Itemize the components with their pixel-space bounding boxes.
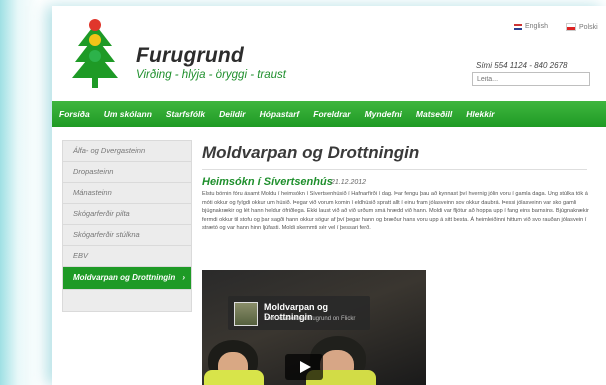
nav-item-myndefni[interactable]: Myndefni: [358, 109, 409, 119]
brand-name[interactable]: Furugrund: [136, 44, 244, 68]
uk-flag-icon: [514, 23, 522, 30]
nav-item-hlekkir[interactable]: Hlekkir: [459, 109, 501, 119]
nav-item-matsedill[interactable]: Matseðill: [409, 109, 459, 119]
language-english[interactable]: English: [514, 23, 548, 30]
sidebar-item-skogarferdir-stulkna[interactable]: Skógarferðir stúlkna: [63, 225, 191, 246]
nav-item-deildir[interactable]: Deildir: [212, 109, 252, 119]
language-polish-label: Polski: [579, 23, 598, 31]
flickr-video-player[interactable]: Moldvarpan og Drottningin from leikskoli…: [202, 270, 426, 385]
title-divider: [202, 169, 587, 170]
sidebar-item-alfa-og-dvergasteinn[interactable]: Álfa- og Dvergasteinn: [63, 141, 191, 162]
sidebar-item-ebv[interactable]: EBV: [63, 246, 191, 267]
article-body: Elstu börnin fóru ásamt Moldu í heimsókn…: [202, 191, 589, 232]
phone-number: Sími 554 1124 - 840 2678: [476, 61, 568, 70]
sidebar-item-moldvarpan-og-drottningin[interactable]: Moldvarpan og Drottningin ›: [63, 267, 191, 290]
video-source[interactable]: from leikskolinnfurugrund on Flickr: [264, 316, 355, 322]
language-english-label: English: [525, 23, 548, 30]
sidebar-item-label: Moldvarpan og Drottningin: [73, 273, 176, 282]
nav-item-um-skolann[interactable]: Um skólann: [97, 109, 159, 119]
nav-item-starfsfolk[interactable]: Starfsfólk: [159, 109, 212, 119]
language-polish[interactable]: Polski: [566, 23, 598, 31]
nav-item-forsida[interactable]: Forsíða: [52, 109, 97, 119]
play-icon[interactable]: [285, 354, 323, 380]
video-info-bar: Moldvarpan og Drottningin from leikskoli…: [228, 296, 370, 330]
video-frame-child-vest: [204, 370, 264, 385]
article-date: 21.12.2012: [331, 179, 367, 186]
poland-flag-icon: [566, 23, 576, 31]
sidebar-item-manasteinn[interactable]: Mánasteinn: [63, 183, 191, 204]
search-input[interactable]: [472, 72, 590, 86]
main-navigation: Forsíða Um skólann Starfsfólk Deildir Hó…: [52, 101, 606, 127]
sidebar-menu: Álfa- og Dvergasteinn Dropasteinn Mánast…: [62, 140, 192, 312]
sidebar-item-skogarferdir-pilta[interactable]: Skógarferðir pilta: [63, 204, 191, 225]
traffic-light-tree-logo[interactable]: [72, 16, 118, 90]
web-page: Furugrund Virðing - hlýja - öryggi - tra…: [52, 6, 606, 385]
article-subtitle: Heimsókn í Sívertsenhús: [202, 176, 333, 188]
sidebar-item-dropasteinn[interactable]: Dropasteinn: [63, 162, 191, 183]
chevron-right-icon: ›: [182, 273, 185, 282]
nav-item-foreldrar[interactable]: Foreldrar: [306, 109, 357, 119]
page-title: Moldvarpan og Drottningin: [202, 143, 420, 162]
nav-item-hopastarf[interactable]: Hópastarf: [253, 109, 307, 119]
brand-tagline: Virðing - hlýja - öryggi - traust: [136, 69, 286, 81]
video-thumbnail: [234, 302, 258, 326]
